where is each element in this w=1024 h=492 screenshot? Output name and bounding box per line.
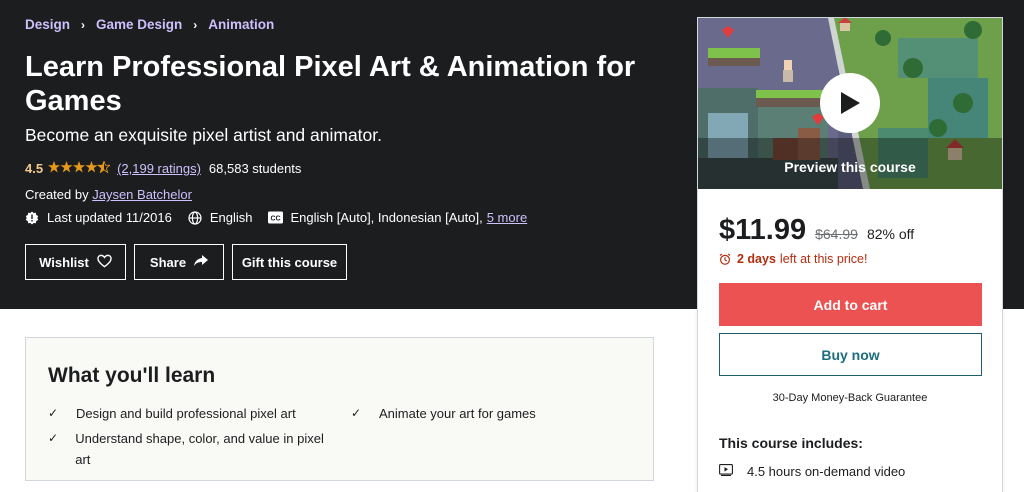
price-timer: 2 days left at this price! <box>719 252 867 266</box>
breadcrumb-design[interactable]: Design <box>25 17 70 32</box>
check-icon: ✓ <box>48 406 59 420</box>
price-row: $11.99 $64.99 82% off <box>719 214 914 247</box>
breadcrumb-game-design[interactable]: Game Design <box>96 17 182 32</box>
course-subtitle: Become an exquisite pixel artist and ani… <box>25 125 382 145</box>
current-price: $11.99 <box>719 214 807 246</box>
alert-badge-icon <box>25 211 39 225</box>
alarm-icon <box>719 253 731 265</box>
timer-days: 2 days <box>737 252 776 266</box>
learn-item: ✓ Animate your art for games <box>351 403 631 424</box>
rating-value: 4.5 <box>25 161 44 176</box>
share-label: Share <box>149 254 187 270</box>
learn-item: ✓ Design and build professional pixel ar… <box>48 403 318 424</box>
discount-percent: 82% off <box>866 226 915 242</box>
last-updated: Last updated 11/2016 <box>25 210 172 225</box>
created-by-row: Created by Jaysen Batchelor <box>25 187 192 202</box>
heart-icon <box>97 254 112 271</box>
created-by-label: Created by <box>25 187 89 202</box>
rating-row: 4.5 (2,199 ratings) 68,583 students <box>25 159 302 176</box>
breadcrumb: Design › Game Design › Animation <box>25 17 274 32</box>
captions: CC English [Auto], Indonesian [Auto], 5 … <box>268 210 527 225</box>
closed-captions-icon: CC <box>268 211 284 225</box>
chevron-right-icon: › <box>81 17 86 32</box>
purchase-card: Preview this course $11.99 $64.99 82% of… <box>697 17 1003 492</box>
wishlist-label: Wishlist <box>39 254 89 270</box>
star-rating-icon <box>48 159 112 176</box>
gift-label: Gift this course <box>241 254 338 270</box>
ratings-count-link[interactable]: (2,199 ratings) <box>117 161 201 176</box>
language: English <box>188 210 253 225</box>
learn-item-text: Design and build professional pixel art <box>76 406 296 421</box>
money-back-guarantee: 30-Day Money-Back Guarantee <box>772 392 928 404</box>
preview-label: Preview this course <box>784 159 916 175</box>
learn-item-text: Animate your art for games <box>379 406 536 421</box>
svg-text:CC: CC <box>271 215 281 222</box>
course-preview-video[interactable]: Preview this course <box>698 18 1002 189</box>
learn-item: ✓ Understand shape, color, and value in … <box>48 428 328 470</box>
learn-item-text: Understand shape, color, and value in pi… <box>75 431 324 467</box>
add-to-cart-button[interactable]: Add to cart <box>719 283 982 326</box>
captions-text: English [Auto], Indonesian [Auto], <box>290 210 483 225</box>
share-arrow-icon <box>194 254 209 270</box>
learn-title: What you'll learn <box>48 364 216 387</box>
students-count: 68,583 students <box>208 161 302 176</box>
buy-now-button[interactable]: Buy now <box>719 333 982 376</box>
play-icon[interactable] <box>820 73 880 133</box>
gift-course-button[interactable]: Gift this course <box>232 244 347 280</box>
course-meta-row: Last updated 11/2016 English CC English … <box>25 210 543 225</box>
action-buttons: Wishlist Share Gift this course <box>25 244 355 280</box>
more-captions-link[interactable]: 5 more <box>487 210 527 225</box>
timer-text: left at this price! <box>779 252 868 266</box>
includes-item: 4.5 hours on-demand video <box>719 464 905 479</box>
what-youll-learn-box: What you'll learn ✓ Design and build pro… <box>25 337 654 481</box>
breadcrumb-animation[interactable]: Animation <box>208 17 274 32</box>
author-link[interactable]: Jaysen Batchelor <box>92 187 192 202</box>
share-button[interactable]: Share <box>134 244 224 280</box>
last-updated-text: Last updated 11/2016 <box>47 210 172 225</box>
includes-item-text: 4.5 hours on-demand video <box>747 464 906 479</box>
globe-icon <box>188 210 202 225</box>
original-price: $64.99 <box>815 226 858 242</box>
wishlist-button[interactable]: Wishlist <box>25 244 126 280</box>
course-title: Learn Professional Pixel Art & Animation… <box>25 51 636 117</box>
chevron-right-icon: › <box>193 17 198 32</box>
check-icon: ✓ <box>48 431 59 445</box>
check-icon: ✓ <box>351 406 362 420</box>
language-text: English <box>209 210 253 225</box>
includes-title: This course includes: <box>719 435 863 451</box>
video-icon <box>719 464 733 479</box>
